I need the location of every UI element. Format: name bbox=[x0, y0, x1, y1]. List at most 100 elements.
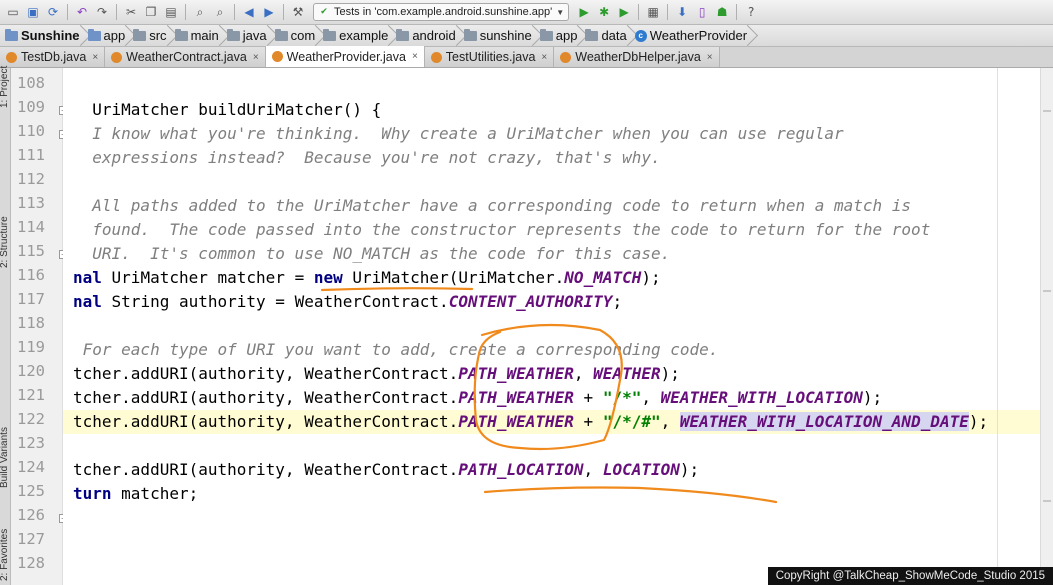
close-icon[interactable]: × bbox=[92, 52, 98, 63]
tool-window-structure[interactable]: 2: Structure bbox=[0, 216, 10, 268]
code-token: PATH_LOCATION bbox=[458, 460, 584, 479]
code-token: nal bbox=[73, 292, 102, 311]
code-token: "/*" bbox=[602, 388, 642, 407]
code-line[interactable]: tcher.addURI(authority, WeatherContract.… bbox=[73, 458, 699, 482]
close-icon[interactable]: × bbox=[253, 52, 259, 63]
editor-tab[interactable]: WeatherDbHelper.java × bbox=[554, 47, 720, 67]
line-number: 127 bbox=[17, 530, 45, 548]
breadcrumb-label: android bbox=[412, 28, 456, 43]
find-icon[interactable]: ⌕ bbox=[191, 3, 209, 21]
code-token: UriMatcher matcher = bbox=[101, 268, 314, 287]
code-token: ); bbox=[862, 388, 883, 407]
code-token: , bbox=[641, 388, 661, 407]
help-icon[interactable]: ? bbox=[742, 3, 760, 21]
line-number: 113 bbox=[17, 194, 45, 212]
code-line[interactable]: expressions instead? Because you're not … bbox=[73, 146, 660, 170]
line-number: 118 bbox=[17, 314, 45, 332]
cut-icon[interactable]: ✂ bbox=[122, 3, 140, 21]
code-token: PATH_WEATHER bbox=[458, 388, 574, 407]
toolbar-divider bbox=[116, 4, 117, 20]
coverage-icon[interactable]: ▶ bbox=[615, 3, 633, 21]
breadcrumb-item[interactable]: sunshine bbox=[461, 25, 537, 47]
code-token: URI. It's common to use NO_MATCH as the … bbox=[73, 244, 671, 263]
code-line[interactable]: turn matcher; bbox=[73, 482, 198, 506]
code-line[interactable]: I know what you're thinking. Why create … bbox=[73, 122, 843, 146]
close-icon[interactable]: × bbox=[541, 52, 547, 63]
current-code-line[interactable]: tcher.addURI(authority, WeatherContract.… bbox=[63, 410, 1053, 434]
forward-icon[interactable]: ▶ bbox=[260, 3, 278, 21]
code-token: matcher; bbox=[111, 484, 199, 503]
breadcrumb-item[interactable]: app bbox=[537, 25, 583, 47]
tool-window-favorites[interactable]: 2: Favorites bbox=[0, 529, 10, 581]
undo-icon[interactable]: ↶ bbox=[73, 3, 91, 21]
sync-icon[interactable]: ⟳ bbox=[44, 3, 62, 21]
line-number: 110 bbox=[17, 122, 45, 140]
breadcrumb-item[interactable]: app bbox=[85, 25, 131, 47]
code-line[interactable]: found. The code passed into the construc… bbox=[73, 218, 930, 242]
replace-icon[interactable]: ⌕ bbox=[211, 3, 229, 21]
breadcrumb-item[interactable]: com bbox=[272, 25, 321, 47]
breadcrumb-item[interactable]: example bbox=[320, 25, 393, 47]
editor-tab[interactable]: TestDb.java × bbox=[0, 47, 106, 67]
code-editor[interactable]: UriMatcher buildUriMatcher() { I know wh… bbox=[63, 68, 1053, 585]
run-configuration-select[interactable]: ✔ Tests in 'com.example.android.sunshine… bbox=[313, 3, 570, 21]
line-number: 116 bbox=[17, 266, 45, 284]
breadcrumb-label: data bbox=[601, 28, 627, 43]
copy-icon[interactable]: ❐ bbox=[142, 3, 160, 21]
folder-open-icon[interactable]: ▭ bbox=[4, 3, 22, 21]
paste-icon[interactable]: ▤ bbox=[162, 3, 180, 21]
tab-label: WeatherProvider.java bbox=[286, 49, 406, 64]
android-icon[interactable]: ☗ bbox=[713, 3, 731, 21]
code-line[interactable]: URI. It's common to use NO_MATCH as the … bbox=[73, 242, 670, 266]
breadcrumb-item[interactable]: src bbox=[130, 25, 171, 47]
tool-window-build-variants[interactable]: Build Variants bbox=[0, 427, 10, 488]
breadcrumb-item[interactable]: main bbox=[172, 25, 224, 47]
code-token: nal bbox=[73, 268, 102, 287]
code-token: + bbox=[573, 388, 603, 407]
breadcrumb-item[interactable]: android bbox=[393, 25, 460, 47]
line-number: 111 bbox=[17, 146, 45, 164]
code-token: ); bbox=[641, 268, 661, 287]
tab-label: TestDb.java bbox=[21, 50, 87, 64]
breadcrumb-item[interactable]: java bbox=[224, 25, 272, 47]
editor-tab[interactable]: WeatherContract.java × bbox=[105, 47, 266, 67]
java-file-icon bbox=[560, 51, 572, 63]
folder-icon bbox=[226, 28, 240, 41]
editor-tab[interactable]: TestUtilities.java × bbox=[424, 47, 555, 67]
close-icon[interactable]: × bbox=[412, 51, 418, 62]
java-file-icon bbox=[111, 51, 123, 63]
avd-manager-icon[interactable]: ▯ bbox=[693, 3, 711, 21]
redo-icon[interactable]: ↷ bbox=[93, 3, 111, 21]
code-line[interactable]: tcher.addURI(authority, WeatherContract.… bbox=[73, 362, 680, 386]
close-icon[interactable]: × bbox=[707, 52, 713, 63]
breadcrumb-item[interactable]: c WeatherProvider bbox=[632, 25, 752, 47]
editor-tab[interactable]: WeatherProvider.java × bbox=[265, 46, 425, 67]
sdk-manager-icon[interactable]: ⬇ bbox=[673, 3, 691, 21]
save-icon[interactable]: ▣ bbox=[24, 3, 42, 21]
editor-scrollbar[interactable] bbox=[1040, 68, 1053, 585]
code-line[interactable]: nal UriMatcher matcher = new UriMatcher(… bbox=[73, 266, 661, 290]
line-number: 125 bbox=[17, 482, 45, 500]
run-icon[interactable]: ▶ bbox=[575, 3, 593, 21]
toolbar-divider bbox=[736, 4, 738, 20]
build-icon[interactable]: ⚒ bbox=[289, 3, 307, 21]
project-structure-icon[interactable]: ▦ bbox=[644, 3, 662, 21]
code-token: new bbox=[313, 268, 343, 287]
tab-label: WeatherContract.java bbox=[126, 50, 247, 64]
breadcrumb-item[interactable]: data bbox=[582, 25, 631, 47]
tool-window-project[interactable]: 1: Project bbox=[0, 66, 10, 108]
code-line[interactable]: For each type of URI you want to add, cr… bbox=[73, 338, 719, 362]
toolbar-divider bbox=[185, 4, 186, 20]
code-line[interactable]: nal String authority = WeatherContract.C… bbox=[73, 290, 622, 314]
code-token: NO_MATCH bbox=[564, 268, 642, 287]
breadcrumb-item[interactable]: Sunshine bbox=[2, 25, 85, 47]
code-line[interactable]: UriMatcher buildUriMatcher() { bbox=[73, 98, 381, 122]
debug-icon[interactable]: ✱ bbox=[595, 3, 613, 21]
code-token: UriMatcher buildUriMatcher() { bbox=[73, 100, 382, 119]
code-line[interactable]: All paths added to the UriMatcher have a… bbox=[73, 194, 911, 218]
code-token: tcher.addURI(authority, WeatherContract. bbox=[73, 412, 459, 431]
code-line[interactable]: tcher.addURI(authority, WeatherContract.… bbox=[73, 386, 882, 410]
folder-icon bbox=[133, 28, 147, 41]
code-token: For each type of URI you want to add, cr… bbox=[73, 340, 719, 359]
back-icon[interactable]: ◀ bbox=[240, 3, 258, 21]
